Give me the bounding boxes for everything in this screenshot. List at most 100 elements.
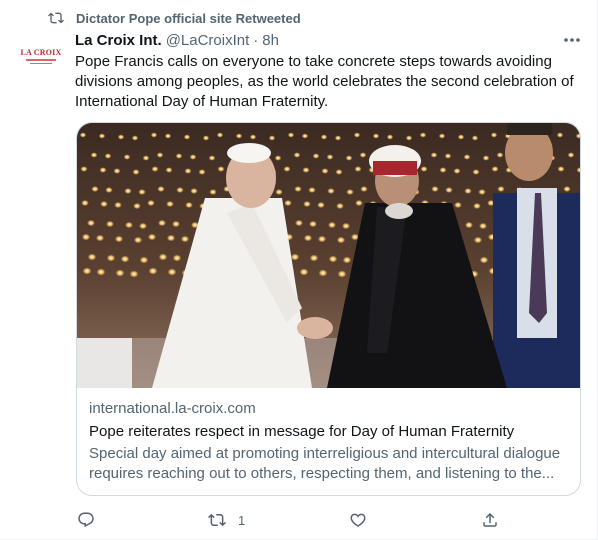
bokeh-light bbox=[497, 186, 505, 192]
tweet-article[interactable]: Dictator Pope official site Retweeted LA… bbox=[0, 0, 598, 540]
bokeh-light bbox=[198, 169, 206, 175]
bokeh-light bbox=[216, 132, 224, 138]
bokeh-light bbox=[321, 168, 329, 174]
avatar-logo-rule bbox=[30, 63, 52, 64]
bokeh-light bbox=[308, 187, 316, 193]
bokeh-light bbox=[157, 186, 165, 192]
bokeh-light bbox=[337, 270, 347, 278]
more-options-button[interactable] bbox=[562, 32, 582, 48]
card-domain[interactable]: international.la-croix.com bbox=[89, 399, 569, 419]
bokeh-light bbox=[80, 166, 88, 172]
bokeh-light bbox=[557, 166, 565, 172]
retweeted-by-text[interactable]: Dictator Pope official site Retweeted bbox=[76, 11, 301, 26]
bokeh-light bbox=[293, 152, 301, 158]
separator-dot: · bbox=[253, 31, 259, 49]
bokeh-light bbox=[478, 189, 486, 195]
bokeh-light bbox=[464, 188, 472, 194]
reply-icon bbox=[78, 512, 94, 528]
bokeh-light bbox=[158, 253, 168, 261]
tweet-text: Pope Francis calls on everyone to take c… bbox=[75, 53, 574, 110]
bokeh-light bbox=[133, 236, 143, 244]
bokeh-light bbox=[151, 166, 159, 172]
bokeh-light bbox=[148, 267, 158, 275]
bokeh-light bbox=[106, 254, 116, 262]
bokeh-light bbox=[90, 152, 98, 158]
bokeh-light bbox=[567, 152, 575, 158]
author-name[interactable]: La Croix Int. bbox=[75, 32, 162, 49]
bokeh-light bbox=[274, 155, 282, 161]
card-title[interactable]: Pope reiterates respect in message for D… bbox=[89, 422, 569, 442]
bokeh-light bbox=[120, 255, 130, 263]
retweet-button[interactable]: 1 bbox=[208, 508, 245, 532]
bokeh-light bbox=[91, 186, 99, 192]
bokeh-light bbox=[334, 135, 342, 141]
bokeh-light bbox=[183, 134, 191, 140]
bokeh-light bbox=[98, 133, 106, 139]
bokeh-light bbox=[317, 235, 327, 243]
bokeh-light bbox=[563, 186, 571, 192]
bokeh-light bbox=[268, 135, 276, 141]
bokeh-light bbox=[309, 220, 317, 228]
bokeh-light bbox=[124, 188, 132, 194]
bokeh-light bbox=[472, 169, 480, 175]
bokeh-light bbox=[142, 155, 150, 161]
bokeh-light bbox=[117, 134, 125, 140]
bokeh-light bbox=[328, 221, 336, 229]
bokeh-light bbox=[82, 267, 92, 275]
bokeh-light bbox=[318, 269, 328, 277]
bokeh-light bbox=[172, 220, 180, 228]
bokeh-light bbox=[354, 166, 362, 172]
bokeh-light bbox=[490, 132, 498, 138]
bokeh-light bbox=[430, 152, 438, 158]
bokeh-light bbox=[290, 253, 300, 261]
bokeh-light bbox=[139, 222, 147, 230]
bokeh-light bbox=[139, 256, 149, 264]
bokeh-light bbox=[295, 219, 303, 227]
card-image[interactable] bbox=[77, 123, 581, 388]
bokeh-light bbox=[123, 154, 131, 160]
bokeh-light bbox=[479, 256, 489, 264]
share-button[interactable] bbox=[481, 508, 499, 532]
bokeh-light bbox=[336, 202, 344, 210]
bokeh-light bbox=[335, 169, 343, 175]
bokeh-light bbox=[284, 199, 292, 207]
bokeh-light bbox=[299, 268, 309, 276]
bokeh-light bbox=[327, 188, 335, 194]
bokeh-light bbox=[113, 168, 121, 174]
author-handle[interactable]: @LaCroixInt bbox=[166, 32, 250, 49]
bokeh-light bbox=[355, 199, 363, 207]
bokeh-light bbox=[302, 167, 310, 173]
card-description[interactable]: Special day aimed at promoting interreli… bbox=[89, 444, 569, 484]
link-card[interactable]: international.la-croix.com Pope reiterat… bbox=[76, 122, 581, 496]
bokeh-light bbox=[405, 135, 413, 141]
bokeh-light bbox=[465, 221, 473, 229]
bokeh-light bbox=[147, 199, 155, 207]
bokeh-light bbox=[309, 254, 319, 262]
avatar-logo-rule bbox=[26, 59, 56, 61]
bokeh-light bbox=[176, 187, 184, 193]
avatar[interactable]: LA CROIX bbox=[17, 32, 65, 80]
bokeh-light bbox=[100, 200, 108, 208]
bokeh-light bbox=[360, 186, 368, 192]
bokeh-light bbox=[249, 134, 257, 140]
bokeh-light bbox=[150, 132, 158, 138]
retweet-icon bbox=[48, 12, 64, 24]
bokeh-light bbox=[209, 189, 217, 195]
bokeh-light bbox=[453, 168, 461, 174]
bokeh-light bbox=[346, 189, 354, 195]
bokeh-light bbox=[208, 155, 216, 161]
retweet-icon bbox=[208, 513, 226, 527]
like-button[interactable] bbox=[349, 508, 367, 532]
bokeh-light bbox=[275, 189, 283, 195]
bokeh-light bbox=[342, 222, 350, 230]
bokeh-light bbox=[328, 255, 338, 263]
reply-button[interactable] bbox=[77, 508, 95, 532]
bokeh-light bbox=[114, 201, 122, 209]
bokeh-light bbox=[185, 201, 193, 209]
bokeh-light bbox=[166, 234, 176, 242]
bokeh-light bbox=[184, 168, 192, 174]
bokeh-light bbox=[445, 187, 453, 193]
bokeh-light bbox=[301, 133, 309, 139]
bokeh-light bbox=[104, 153, 112, 159]
timestamp[interactable]: 8h bbox=[262, 32, 279, 49]
